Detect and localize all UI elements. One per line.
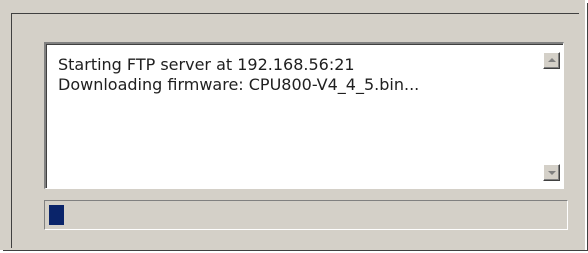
progress-bar-fill — [49, 205, 64, 225]
log-line-ftp-server: Starting FTP server at 192.168.56:21 — [58, 55, 355, 74]
log-output-textbox[interactable]: Starting FTP server at 192.168.56:21 Dow… — [44, 42, 564, 189]
scroll-up-button[interactable] — [543, 52, 560, 69]
scroll-up-arrow-icon — [548, 58, 556, 62]
dialog-window: Starting FTP server at 192.168.56:21 Dow… — [0, 0, 588, 251]
scroll-down-arrow-icon — [548, 171, 556, 175]
log-line-downloading-firmware: Downloading firmware: CPU800-V4_4_5.bin.… — [58, 75, 420, 94]
scroll-down-button[interactable] — [543, 164, 560, 181]
frame-top-edge — [11, 13, 579, 14]
frame-left-edge — [11, 13, 12, 248]
download-progress-bar — [44, 200, 568, 230]
log-text: Starting FTP server at 192.168.56:21 Dow… — [58, 55, 528, 95]
vertical-scrollbar[interactable] — [539, 46, 561, 186]
frame-bottom-edge — [3, 250, 588, 251]
